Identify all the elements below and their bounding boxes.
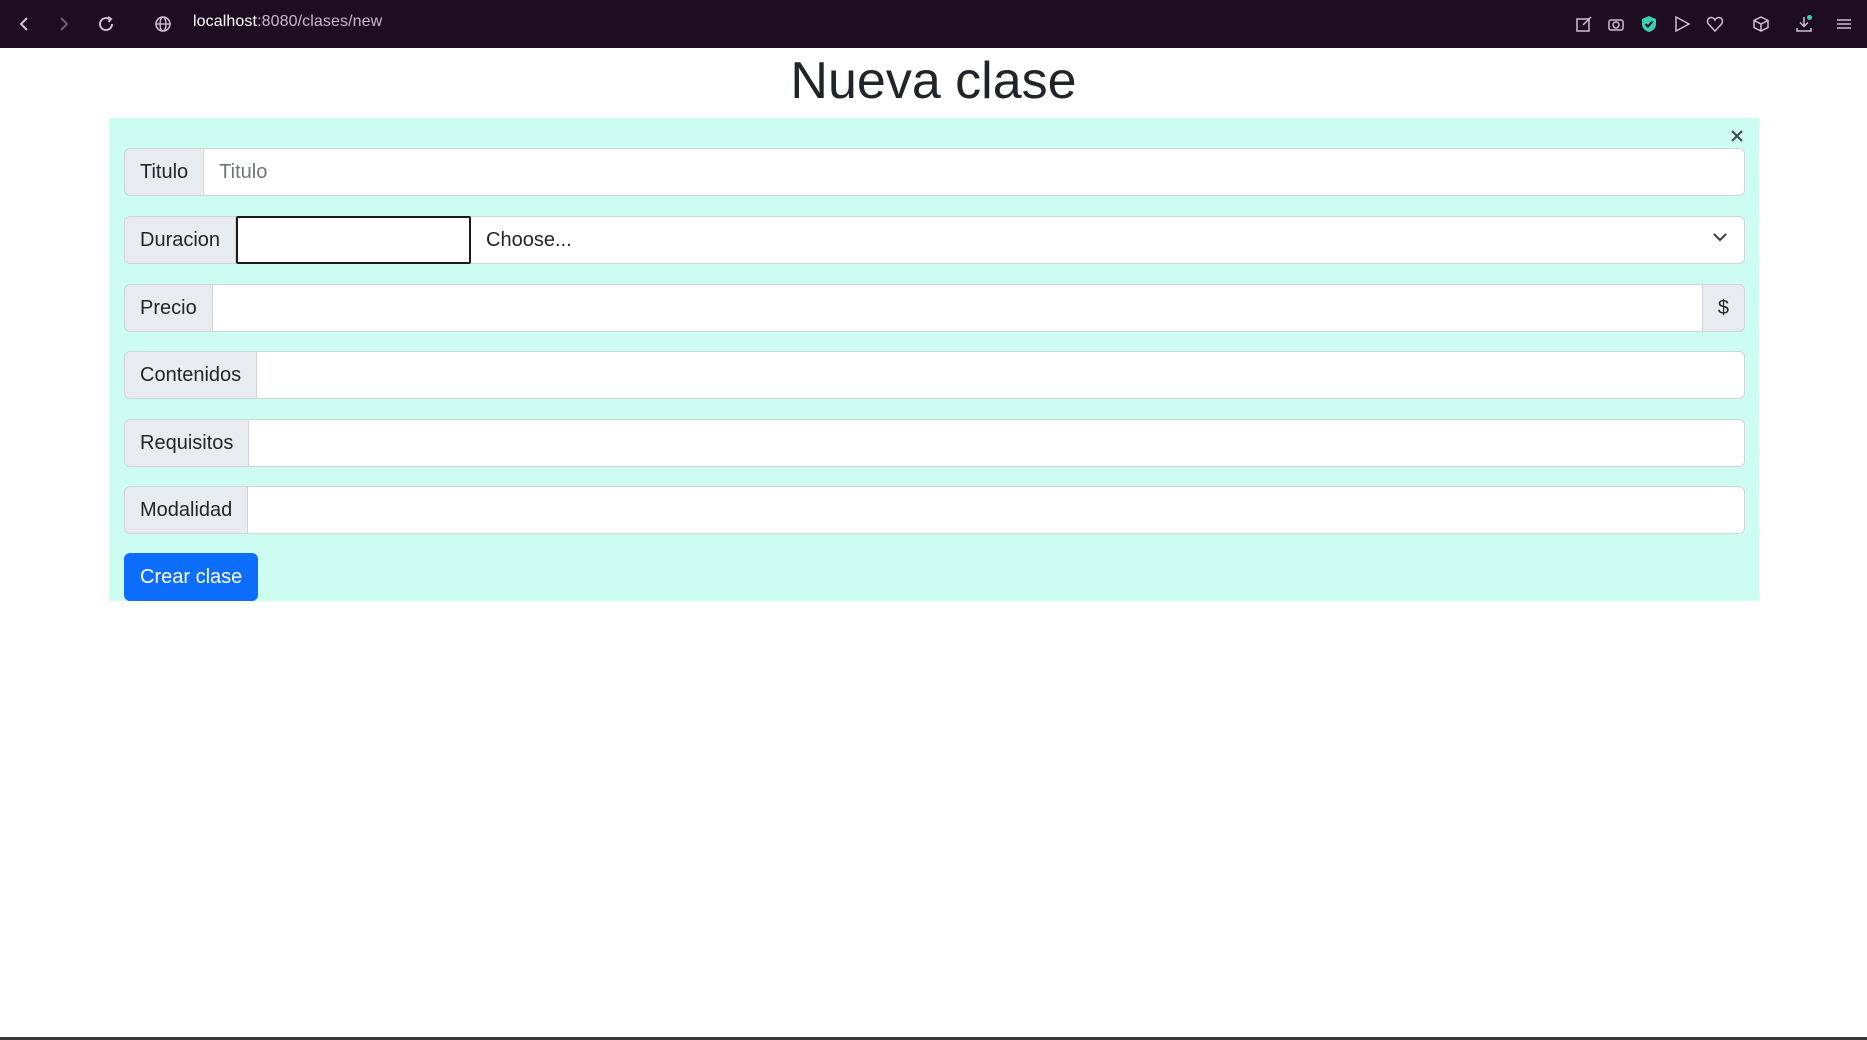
titulo-input[interactable] — [204, 148, 1745, 196]
modalidad-group: Modalidad — [124, 486, 1745, 534]
duracion-input[interactable] — [236, 216, 472, 264]
duracion-unit-selected: Choose... — [486, 228, 572, 251]
url-host: localhost — [193, 13, 258, 30]
contenidos-input[interactable] — [257, 351, 1745, 399]
precio-label: Precio — [124, 284, 213, 332]
site-info-globe-icon[interactable] — [151, 12, 175, 36]
contenidos-label: Contenidos — [124, 351, 258, 399]
address-bar[interactable]: localhost:8080/clases/new — [193, 13, 382, 31]
camera-icon[interactable] — [1604, 12, 1628, 36]
titulo-label: Titulo — [124, 148, 205, 196]
new-class-form: Titulo Duracion Choose... Precio $ Conte… — [109, 118, 1759, 601]
titulo-group: Titulo — [124, 148, 1745, 196]
url-path: :8080/clases/new — [257, 13, 383, 30]
modalidad-label: Modalidad — [124, 486, 249, 534]
requisitos-group: Requisitos — [124, 419, 1745, 467]
requisitos-label: Requisitos — [124, 419, 250, 467]
forward-icon[interactable] — [52, 12, 76, 36]
shield-check-icon[interactable] — [1637, 12, 1661, 36]
crear-clase-button[interactable]: Crear clase — [124, 553, 259, 601]
browser-toolbar: localhost:8080/clases/new — [0, 0, 1867, 48]
edit-page-icon[interactable] — [1572, 12, 1596, 36]
duracion-group: Duracion Choose... — [124, 216, 1745, 264]
chevron-down-icon — [1711, 228, 1729, 252]
reload-icon[interactable] — [94, 12, 118, 36]
contenidos-group: Contenidos — [124, 351, 1745, 399]
precio-group: Precio $ — [124, 284, 1745, 332]
download-icon[interactable] — [1792, 12, 1816, 36]
duracion-unit-select[interactable]: Choose... — [471, 216, 1745, 264]
menu-icon[interactable] — [1832, 12, 1856, 36]
precio-currency-suffix: $ — [1702, 284, 1745, 332]
heart-icon[interactable] — [1703, 12, 1727, 36]
duracion-label: Duracion — [124, 216, 237, 264]
modalidad-input[interactable] — [248, 486, 1745, 534]
precio-input[interactable] — [212, 284, 1703, 332]
send-icon[interactable] — [1670, 12, 1694, 36]
close-icon[interactable] — [1727, 126, 1747, 146]
back-icon[interactable] — [12, 12, 36, 36]
cube-icon[interactable] — [1749, 12, 1773, 36]
requisitos-input[interactable] — [249, 419, 1745, 467]
page-title: Nueva clase — [790, 52, 1077, 110]
